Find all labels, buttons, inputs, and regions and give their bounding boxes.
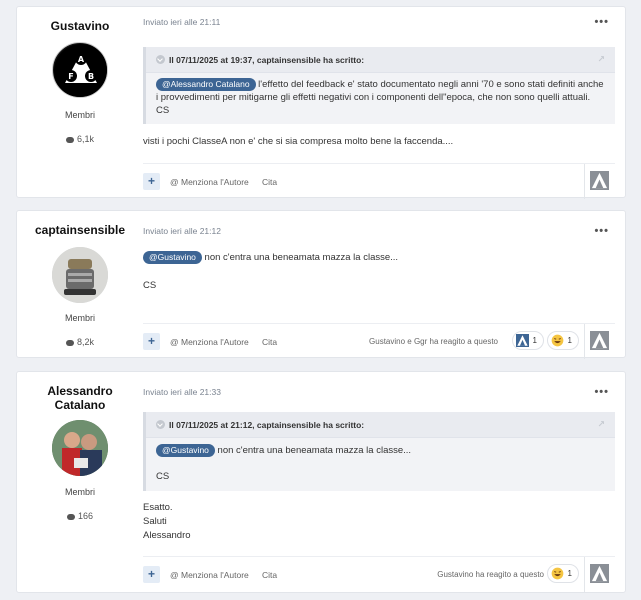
avatar[interactable] [52,420,108,476]
comment-icon [65,136,74,143]
quote-block: Il 07/11/2025 at 19:37, captainsensible … [143,47,615,124]
post-line: Saluti [143,516,167,527]
quote-signature: CS [156,471,170,482]
svg-text:F: F [68,72,73,81]
reaction-logo-icon[interactable] [590,331,609,350]
post-count: 8,2k [17,337,143,347]
quote-link[interactable]: Cita [262,177,277,187]
divider [584,164,585,199]
divider [584,324,585,359]
post-line: Alessandro [143,530,191,541]
author-name[interactable]: Alessandro Catalano [17,384,143,412]
reaction-thanks[interactable]: 1 [511,331,544,350]
reaction-haha[interactable]: 1 [546,331,579,350]
more-options-icon[interactable]: ••• [594,386,609,398]
avatar-image [52,420,108,476]
reaction-count: 1 [532,336,537,345]
post: Gustavino A F B Membri 6,1k Inviato ieri… [16,6,626,199]
reaction-count: 1 [567,336,572,345]
author-panel: Alessandro Catalano Membri 166 [17,372,143,521]
quote-link[interactable]: Cita [262,570,277,580]
post: Alessandro Catalano Membri 166 Inviato i… [16,371,626,593]
thanks-icon [515,334,529,347]
author-panel: Gustavino A F B Membri 6,1k [17,7,143,144]
author-name[interactable]: Gustavino [17,19,143,33]
post-footer: + @ Menziona l'Autore Cita Gustavino e G… [143,323,615,359]
haha-icon [551,334,563,347]
reactions-summary[interactable]: Gustavino ha reagito a questo [437,570,544,579]
svg-text:B: B [88,72,94,81]
quote-header: Il 07/11/2025 at 19:37, captainsensible … [146,47,615,73]
comment-icon [65,339,74,346]
divider [584,557,585,592]
more-options-icon[interactable]: ••• [594,225,609,237]
svg-text:A: A [78,55,85,64]
quote-header-text[interactable]: Il 07/11/2025 at 21:12, captainsensible … [169,420,364,430]
quote-block: Il 07/11/2025 at 21:12, captainsensible … [143,412,615,491]
quote-signature: CS [156,105,170,116]
reaction-logo-icon[interactable] [590,564,609,583]
quote-body: @Alessandro Catalano l'effetto del feedb… [146,73,615,124]
author-panel: captainsensible Membri 8,2k [17,211,143,347]
fab-logo-icon: A F B [54,44,107,97]
quote-header: Il 07/11/2025 at 21:12, captainsensible … [146,412,615,438]
collapse-icon[interactable] [156,55,165,64]
multiquote-button[interactable]: + [143,173,160,190]
author-role: Membri [64,110,95,120]
post-count-value: 8,2k [76,337,94,347]
mention-author-link[interactable]: @ Menziona l'Autore [170,337,249,347]
author-role: Membri [64,487,95,497]
post-count: 6,1k [17,134,143,144]
quote-text: non c'entra una beneamata mazza la class… [214,445,412,456]
post-text: visti i pochi ClasseA non e' che si sia … [143,136,454,147]
multiquote-button[interactable]: + [143,333,160,350]
reaction-count: 1 [567,569,572,578]
share-icon[interactable]: ↗ [597,54,605,65]
post-count-value: 166 [77,511,94,521]
post-footer: + @ Menziona l'Autore Cita [143,163,615,199]
mention-tag[interactable]: @Alessandro Catalano [156,78,256,91]
quote-link[interactable]: Cita [262,337,277,347]
post-count: 166 [17,511,143,521]
comment-icon [66,513,75,520]
multiquote-button[interactable]: + [143,566,160,583]
post-body: Inviato ieri alle 21:11 ••• Il 07/11/202… [143,7,615,199]
avatar[interactable]: A F B [52,42,108,98]
author-name[interactable]: captainsensible [17,223,143,237]
avatar-image [52,247,108,303]
post-line: Esatto. [143,502,173,513]
mention-tag[interactable]: @Gustavino [143,251,202,264]
post-date[interactable]: Inviato ieri alle 21:11 [143,17,220,27]
share-icon[interactable]: ↗ [597,419,605,430]
mention-author-link[interactable]: @ Menziona l'Autore [170,177,249,187]
post-footer: + @ Menziona l'Autore Cita Gustavino ha … [143,556,615,592]
mention-tag[interactable]: @Gustavino [156,444,215,457]
post-count-value: 6,1k [76,134,94,144]
post-signature: CS [143,280,157,291]
post-text: @Gustavino non c'entra una beneamata maz… [143,251,398,265]
post: captainsensible Membri 8,2k Inviato ieri… [16,210,626,359]
reactions-summary[interactable]: Gustavino e Ggr ha reagito a questo [369,337,498,346]
quote-header-text[interactable]: Il 07/11/2025 at 19:37, captainsensible … [169,55,364,65]
post-body: Inviato ieri alle 21:33 ••• Il 07/11/202… [143,372,615,594]
post-date[interactable]: Inviato ieri alle 21:33 [143,387,221,397]
post-body: Inviato ieri alle 21:12 ••• @Gustavino n… [143,211,615,359]
quote-body: @Gustavino non c'entra una beneamata maz… [146,438,615,491]
more-options-icon[interactable]: ••• [594,16,609,28]
haha-icon [551,567,563,580]
post-date[interactable]: Inviato ieri alle 21:12 [143,226,221,236]
avatar[interactable] [52,247,108,303]
post-text-content: non c'entra una beneamata mazza la class… [201,252,399,263]
reaction-logo-icon[interactable] [590,171,609,190]
author-role: Membri [64,313,95,323]
post-text: Esatto. Saluti Alessandro [143,501,191,543]
collapse-icon[interactable] [156,420,165,429]
reaction-haha[interactable]: 1 [546,564,579,583]
mention-author-link[interactable]: @ Menziona l'Autore [170,570,249,580]
